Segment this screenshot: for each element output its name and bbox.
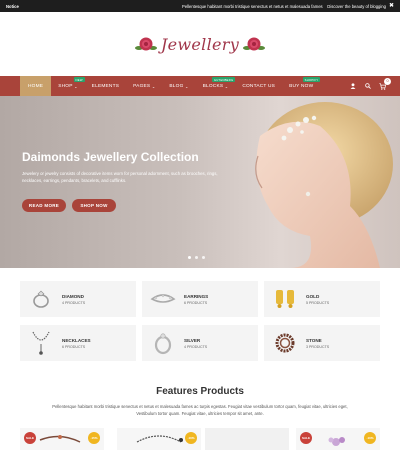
product-card[interactable]: -10% [117, 428, 201, 450]
rose-left-icon [134, 37, 157, 51]
sale-badge: SALE [24, 432, 36, 444]
product-card[interactable]: SALE -10% [296, 428, 380, 450]
main-nav: Home Shop ⌄ NEW Elements Pages ⌄ Blog ⌄ … [0, 76, 400, 96]
search-icon[interactable] [364, 83, 371, 90]
nav-label: Buy Now [289, 83, 314, 89]
hero-description: Jewelery or jewelry consists of decorati… [22, 171, 218, 183]
category-count: 5 PRODUCTS [306, 300, 330, 305]
nav-item-elements[interactable]: Elements [85, 76, 126, 96]
category-name: Necklaces [62, 337, 91, 343]
chevron-down-icon: ⌄ [185, 83, 189, 89]
nav-label: Blocks [202, 83, 224, 89]
earrings-icon [270, 284, 300, 314]
category-tile-earrings[interactable]: Earrings 6 PRODUCTS [142, 281, 258, 317]
discount-badge: -15% [88, 432, 100, 444]
nav-item-contact[interactable]: Contact Us [235, 76, 282, 96]
notice-label: Notice [6, 3, 19, 9]
bracelet-icon [148, 284, 178, 314]
stone-bracelet-icon [270, 328, 300, 358]
category-tile-stone[interactable]: Stone 3 PRODUCTS [264, 325, 380, 361]
close-icon[interactable]: ✖ [389, 3, 394, 9]
hero-slider: Daimonds Jewellery Collection Jewelery o… [0, 96, 400, 268]
category-name: Diamond [62, 293, 84, 299]
nav-item-home[interactable]: Home [20, 76, 52, 96]
product-card[interactable] [205, 428, 289, 450]
notice-tagline: Discover the beauty of blogging [327, 3, 386, 9]
nav-label: Blog [169, 83, 184, 89]
slider-dot[interactable] [188, 256, 191, 259]
chevron-down-icon: ⌄ [151, 83, 156, 89]
nav-item-blog[interactable]: Blog ⌄ [162, 76, 195, 96]
category-tile-necklaces[interactable]: Necklaces 6 PRODUCTS [20, 325, 136, 361]
category-tile-silver[interactable]: Silver 4 PRODUCTS [142, 325, 258, 361]
category-name: Earrings [184, 293, 209, 299]
category-name: Gold [306, 293, 320, 299]
nav-icons: 0 [349, 77, 391, 90]
site-header: Jewellery [0, 12, 400, 76]
category-tile-gold[interactable]: Gold 5 PRODUCTS [264, 281, 380, 317]
gutenberg-badge: GUTENBERG [211, 77, 236, 83]
sale-badge: SALE [300, 432, 312, 444]
slider-dot[interactable] [195, 256, 198, 259]
category-name: Stone [306, 337, 322, 343]
nav-item-shop[interactable]: Shop ⌄ NEW [51, 76, 85, 96]
discount-badge: -10% [364, 432, 376, 444]
product-image [205, 428, 289, 450]
ring-icon [26, 284, 56, 314]
nav-label: Pages [133, 83, 151, 89]
chevron-down-icon: ⌄ [74, 83, 78, 89]
features-description: Pellentesque habitant morbi tristique se… [52, 404, 348, 416]
category-count: 6 PRODUCTS [184, 300, 208, 305]
notice-bar: Notice Pellentesque habitant morbi trist… [0, 0, 400, 12]
chevron-down-icon: ⌄ [224, 83, 229, 89]
notice-ticker: Pellentesque habitant morbi tristique se… [182, 4, 386, 9]
shop-now-button[interactable]: SHOP NOW [72, 199, 116, 212]
category-count: 3 PRODUCTS [306, 344, 330, 349]
category-count: 6 PRODUCTS [62, 344, 86, 349]
shopify-badge: SHOPIFY [302, 77, 321, 83]
nav-label: Home [28, 83, 44, 89]
necklace-icon [26, 328, 56, 358]
category-tile-diamond[interactable]: Diamond 4 PRODUCTS [20, 281, 136, 317]
category-count: 4 PRODUCTS [62, 300, 86, 305]
product-card[interactable]: SALE -15% [20, 428, 104, 450]
read-more-button[interactable]: READ MORE [22, 199, 66, 212]
cart-count-badge: 0 [384, 77, 391, 85]
category-name: Silver [184, 337, 201, 343]
hero-title: Daimonds Jewellery Collection [22, 150, 199, 164]
category-count: 4 PRODUCTS [184, 344, 208, 349]
features-title: Features Products [156, 386, 244, 397]
cart-icon[interactable]: 0 [379, 77, 391, 90]
nav-label: Shop [58, 83, 73, 89]
site-logo[interactable]: Jewellery [134, 34, 266, 54]
slider-dot[interactable] [202, 256, 205, 259]
nav-item-buy-now[interactable]: Buy Now SHOPIFY [282, 76, 321, 96]
nav-label: Elements [91, 83, 120, 89]
nav-label: Contact Us [242, 83, 276, 89]
nav-item-blocks[interactable]: Blocks ⌄ GUTENBERG [196, 76, 236, 96]
user-icon[interactable] [349, 83, 356, 90]
notice-ticker-text: Pellentesque habitant morbi tristique se… [182, 3, 323, 9]
logo-text: Jewellery [160, 34, 240, 54]
rose-right-icon [243, 37, 266, 51]
nav-item-pages[interactable]: Pages ⌄ [126, 76, 162, 96]
slider-dots [188, 256, 205, 259]
new-badge: NEW [73, 77, 85, 83]
discount-badge: -10% [185, 432, 197, 444]
silver-bangle-icon [148, 328, 178, 358]
